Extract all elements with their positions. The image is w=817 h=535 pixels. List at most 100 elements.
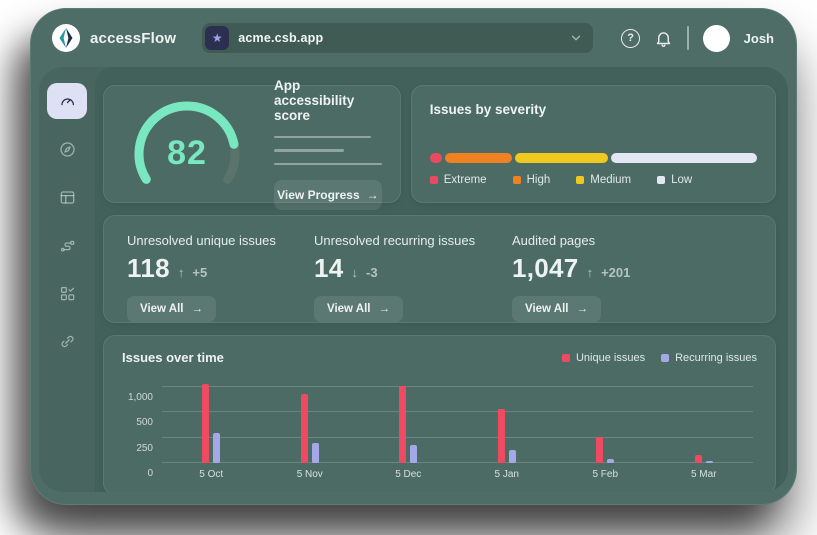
arrow-right-icon: →	[367, 188, 379, 202]
stat-value: 118	[127, 253, 170, 284]
severity-legend: Extreme High Medium Low	[430, 174, 757, 186]
skeleton-line	[274, 163, 382, 166]
y-axis-tick: 0	[119, 468, 153, 479]
site-name: acme.csb.app	[238, 31, 560, 45]
dashboard-gauge-icon	[58, 92, 77, 111]
y-axis-tick: 250	[119, 443, 153, 454]
layout-icon	[58, 188, 77, 207]
issues-over-time-card: Issues over time Unique issuesRecurring …	[103, 335, 776, 492]
chart-plot-area: 02505001,000	[162, 379, 753, 463]
legend-swatch	[661, 354, 669, 362]
bar-group-5-dec	[359, 379, 458, 463]
sidebar-item-flows[interactable]	[47, 227, 87, 263]
arrow-right-icon: →	[191, 303, 203, 315]
bar-unique-issues[interactable]	[301, 394, 308, 463]
help-icon[interactable]: ?	[621, 29, 640, 48]
legend-item-low: Low	[657, 174, 692, 186]
bar-recurring-issues[interactable]	[607, 459, 614, 463]
stat-value: 14	[314, 253, 344, 284]
bar-unique-issues[interactable]	[695, 455, 702, 463]
integrations-icon	[58, 332, 77, 351]
severity-stacked-bar	[430, 153, 757, 163]
star-icon: ★	[205, 26, 229, 50]
view-progress-button[interactable]: View Progress →	[274, 180, 382, 210]
trend-up-icon: ↑	[178, 265, 185, 280]
legend-item-medium: Medium	[576, 174, 631, 186]
bar-recurring-issues[interactable]	[213, 433, 220, 463]
bar-unique-issues[interactable]	[399, 386, 406, 463]
bar-recurring-issues[interactable]	[706, 461, 713, 463]
x-axis-label: 5 Jan	[458, 469, 557, 480]
arrow-right-icon: →	[576, 303, 588, 315]
legend-swatch	[576, 176, 584, 184]
sidebar-item-checklist[interactable]	[47, 275, 87, 311]
severity-segment-low	[611, 153, 757, 163]
stat-audited-pages: Audited pages 1,047 ↑ +201 View All→	[512, 233, 755, 322]
score-gauge: 82	[114, 96, 260, 192]
x-axis-label: 5 Nov	[261, 469, 360, 480]
header-divider	[687, 26, 689, 50]
sidebar	[39, 67, 95, 492]
x-axis-label: 5 Oct	[162, 469, 261, 480]
chevron-down-icon[interactable]	[569, 31, 583, 45]
chart-legend: Unique issuesRecurring issues	[562, 352, 757, 364]
site-selector[interactable]: ★ acme.csb.app	[202, 23, 593, 53]
accessflow-logo-icon	[51, 23, 81, 53]
severity-segment-extreme	[430, 153, 443, 163]
chart-title: Issues over time	[122, 350, 224, 365]
bell-icon[interactable]	[654, 29, 673, 48]
view-all-button[interactable]: View All→	[314, 296, 403, 322]
user-name: Josh	[744, 31, 774, 46]
accessibility-score-card: 82 App accessibility score View Progress…	[103, 85, 401, 203]
view-all-button[interactable]: View All→	[512, 296, 601, 322]
bar-unique-issues[interactable]	[202, 384, 209, 463]
sidebar-item-integrations[interactable]	[47, 323, 87, 359]
legend-swatch	[562, 354, 570, 362]
trend-down-icon: ↓	[352, 265, 359, 280]
trend-up-icon: ↑	[587, 265, 594, 280]
checklist-icon	[58, 284, 77, 303]
stat-value: 1,047	[512, 253, 579, 284]
x-axis-label: 5 Feb	[556, 469, 655, 480]
bar-group-5-jan	[458, 379, 557, 463]
sidebar-item-compass[interactable]	[47, 131, 87, 167]
flows-icon	[58, 236, 77, 255]
severity-segment-high	[445, 153, 512, 163]
stats-card: Unresolved unique issues 118 ↑ +5 View A…	[103, 215, 776, 323]
bar-group-5-nov	[261, 379, 360, 463]
app-name: accessFlow	[90, 30, 176, 47]
legend-item-high: High	[513, 174, 551, 186]
sidebar-item-layout[interactable]	[47, 179, 87, 215]
severity-segment-medium	[515, 153, 607, 163]
bar-recurring-issues[interactable]	[410, 445, 417, 463]
sidebar-item-dashboard-gauge[interactable]	[47, 83, 87, 119]
app-window: accessFlow ★ acme.csb.app ? Josh	[30, 8, 797, 505]
body-panel: 82 App accessibility score View Progress…	[39, 67, 788, 492]
stat-delta: +201	[601, 265, 630, 280]
stat-unique-issues: Unresolved unique issues 118 ↑ +5 View A…	[127, 233, 314, 322]
avatar[interactable]	[703, 25, 730, 52]
legend-item-extreme: Extreme	[430, 174, 487, 186]
bar-group-5-oct	[162, 379, 261, 463]
y-axis-tick: 1,000	[119, 392, 153, 403]
app-logo: accessFlow	[51, 23, 176, 53]
legend-swatch	[513, 176, 521, 184]
top-bar: accessFlow ★ acme.csb.app ? Josh	[31, 9, 796, 67]
stat-delta: +5	[192, 265, 207, 280]
bar-recurring-issues[interactable]	[509, 450, 516, 463]
legend-swatch	[430, 176, 438, 184]
bar-recurring-issues[interactable]	[312, 443, 319, 463]
bar-group-5-mar	[655, 379, 754, 463]
main-content: 82 App accessibility score View Progress…	[95, 67, 788, 492]
legend-swatch	[657, 176, 665, 184]
bar-unique-issues[interactable]	[596, 437, 603, 463]
chart-x-axis-labels: 5 Oct5 Nov5 Dec5 Jan5 Feb5 Mar	[162, 469, 753, 480]
bar-unique-issues[interactable]	[498, 409, 505, 463]
stat-delta: -3	[366, 265, 378, 280]
severity-card-title: Issues by severity	[430, 102, 757, 117]
compass-icon	[58, 140, 77, 159]
bar-group-5-feb	[556, 379, 655, 463]
score-value: 82	[114, 134, 260, 173]
view-all-button[interactable]: View All→	[127, 296, 216, 322]
skeleton-line	[274, 149, 344, 152]
